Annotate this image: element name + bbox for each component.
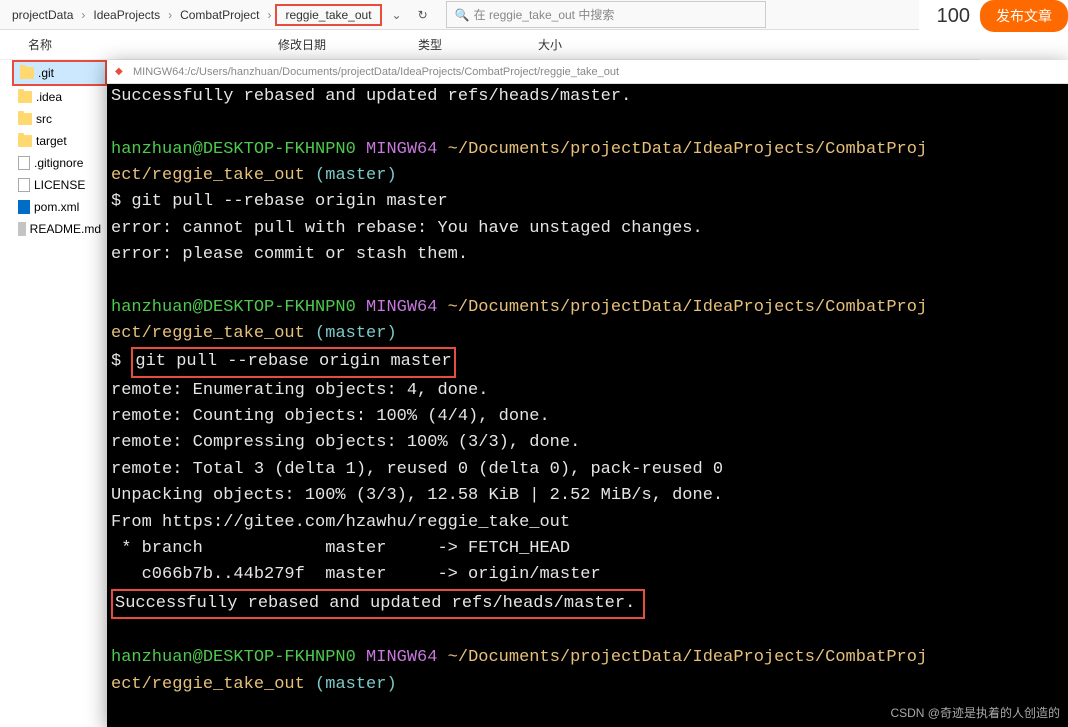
file-name: README.md — [30, 222, 101, 236]
file-name: LICENSE — [34, 178, 85, 192]
file-name: .git — [38, 66, 54, 80]
file-row[interactable]: README.md — [12, 218, 107, 240]
file-row[interactable]: .idea — [12, 86, 107, 108]
terminal-title-text: MINGW64:/c/Users/hanzhuan/Documents/proj… — [133, 66, 619, 78]
file-row[interactable]: .gitignore — [12, 152, 107, 174]
column-headers: 名称 修改日期 类型 大小 — [0, 30, 1068, 60]
file-icon — [18, 178, 30, 192]
search-icon: 🔍 — [455, 8, 470, 22]
terminal-titlebar[interactable]: MINGW64:/c/Users/hanzhuan/Documents/proj… — [107, 60, 1068, 84]
publish-button[interactable]: 发布文章 — [980, 0, 1068, 32]
watermark: CSDN @奇迹是执着的人创造的 — [890, 704, 1060, 721]
file-name: pom.xml — [34, 200, 79, 214]
refresh-button[interactable]: ↻ — [412, 6, 434, 24]
folder-icon — [18, 113, 32, 125]
chevron-right-icon: › — [168, 8, 172, 22]
breadcrumb-item[interactable]: IdeaProjects — [89, 6, 164, 24]
file-name: target — [36, 134, 67, 148]
file-name: .gitignore — [34, 156, 83, 170]
file-row[interactable]: LICENSE — [12, 174, 107, 196]
chevron-down-icon[interactable]: ⌄ — [392, 8, 402, 22]
page-number: 100 — [927, 1, 980, 32]
file-name: .idea — [36, 90, 62, 104]
file-icon — [18, 200, 30, 214]
terminal-content[interactable]: Successfully rebased and updated refs/he… — [107, 84, 1068, 698]
chevron-right-icon: › — [267, 8, 271, 22]
search-placeholder: 在 reggie_take_out 中搜索 — [474, 6, 615, 23]
file-row[interactable]: src — [12, 108, 107, 130]
chevron-right-icon: › — [81, 8, 85, 22]
col-size[interactable]: 大小 — [538, 36, 618, 53]
breadcrumb-item-current[interactable]: reggie_take_out — [275, 4, 381, 26]
file-name: src — [36, 112, 52, 126]
terminal-window: MINGW64:/c/Users/hanzhuan/Documents/proj… — [107, 60, 1068, 727]
breadcrumb-item[interactable]: projectData — [8, 6, 77, 24]
file-row-git[interactable]: .git — [12, 60, 107, 86]
file-icon — [18, 222, 26, 236]
highlighted-success: Successfully rebased and updated refs/he… — [111, 589, 645, 619]
file-icon — [18, 156, 30, 170]
file-row[interactable]: target — [12, 130, 107, 152]
breadcrumb-bar: projectData › IdeaProjects › CombatProje… — [0, 0, 1068, 30]
breadcrumb-item[interactable]: CombatProject — [176, 6, 263, 24]
search-input[interactable]: 🔍 在 reggie_take_out 中搜索 — [446, 1, 766, 28]
col-name[interactable]: 名称 — [28, 36, 278, 53]
folder-icon — [18, 91, 32, 103]
file-list: .git .idea src target .gitignore LICENSE… — [12, 60, 107, 240]
highlighted-command: git pull --rebase origin master — [131, 347, 455, 377]
col-type[interactable]: 类型 — [418, 36, 538, 53]
col-date[interactable]: 修改日期 — [278, 36, 418, 53]
folder-icon — [20, 67, 34, 79]
folder-icon — [18, 135, 32, 147]
file-row[interactable]: pom.xml — [12, 196, 107, 218]
mingw-icon — [115, 66, 127, 78]
